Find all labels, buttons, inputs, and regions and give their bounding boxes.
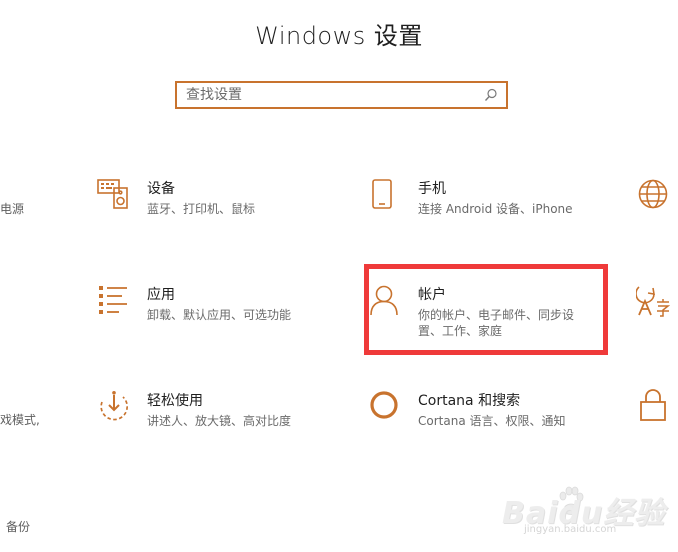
tile-ease-of-access[interactable]: 轻松使用 讲述人、放大镜、高对比度: [97, 390, 317, 432]
tile-devices[interactable]: 设备 蓝牙、打印机、鼠标: [97, 178, 297, 220]
settings-fragment-backup[interactable]: 备份: [6, 518, 30, 535]
tile-accounts[interactable]: 帐户 你的帐户、电子邮件、同步设置、工作、家庭: [368, 284, 602, 342]
apps-list-icon: [99, 286, 127, 314]
tile-apps-desc: 卸载、默认应用、可选功能: [147, 308, 292, 322]
lock-icon[interactable]: [639, 388, 667, 422]
tile-apps[interactable]: 应用 卸载、默认应用、可选功能: [97, 284, 317, 326]
tile-phone[interactable]: 手机 连接 Android 设备、iPhone: [368, 178, 598, 220]
settings-fragment-power[interactable]: 电源: [0, 200, 24, 217]
phone-icon: [372, 179, 392, 209]
tile-cortana-desc: Cortana 语言、权限、通知: [418, 414, 566, 428]
tile-phone-title: 手机: [418, 181, 446, 197]
tile-cortana[interactable]: Cortana 和搜索 Cortana 语言、权限、通知: [368, 390, 598, 432]
tile-apps-title: 应用: [147, 287, 175, 303]
tile-cortana-title: Cortana 和搜索: [418, 393, 521, 409]
page-title: Windows 设置: [255, 22, 423, 50]
tile-ease-desc: 讲述人、放大镜、高对比度: [147, 414, 292, 428]
tile-phone-desc: 连接 Android 设备、iPhone: [418, 202, 573, 216]
ease-of-access-icon: [100, 391, 128, 421]
tile-devices-title: 设备: [147, 181, 175, 197]
tile-accounts-desc: 你的帐户、电子邮件、同步设置、工作、家庭: [418, 308, 575, 338]
tile-accounts-title: 帐户: [418, 287, 446, 303]
search-input[interactable]: [186, 87, 476, 103]
search-icon[interactable]: [483, 87, 499, 103]
baidu-jingyan-watermark: Baidu经验 jingyan.baidu.com: [502, 486, 670, 546]
search-box[interactable]: [175, 81, 508, 109]
language-input-icon[interactable]: [636, 284, 670, 318]
globe-icon[interactable]: [637, 178, 669, 210]
tile-ease-title: 轻松使用: [147, 393, 203, 409]
watermark-url: jingyan.baidu.com: [524, 524, 617, 535]
cortana-circle-icon: [370, 391, 398, 419]
settings-fragment-gaming[interactable]: 戏模式,: [0, 411, 40, 428]
person-icon: [370, 285, 398, 316]
tile-devices-desc: 蓝牙、打印机、鼠标: [147, 202, 256, 216]
keyboard-speaker-icon: [97, 179, 128, 209]
